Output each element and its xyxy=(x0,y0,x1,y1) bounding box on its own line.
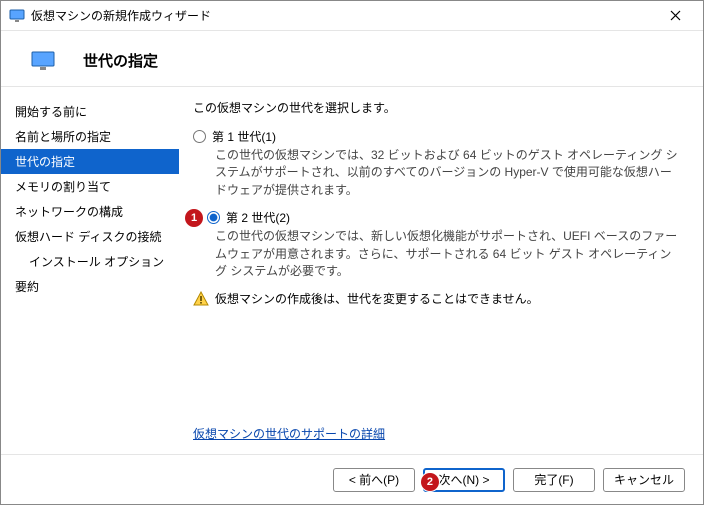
step-network[interactable]: ネットワークの構成 xyxy=(1,199,179,224)
warning-icon xyxy=(193,291,209,310)
page-title: 世代の指定 xyxy=(83,50,158,71)
window-title: 仮想マシンの新規作成ウィザード xyxy=(31,7,655,24)
step-vhd[interactable]: 仮想ハード ディスクの接続 xyxy=(1,224,179,249)
close-button[interactable] xyxy=(655,1,695,31)
button-bar: < 前へ(P) 2 次へ(N) > 完了(F) キャンセル xyxy=(1,454,703,504)
warning-row: 仮想マシンの作成後は、世代を変更することはできません。 xyxy=(193,290,681,310)
generation-support-details-link[interactable]: 仮想マシンの世代のサポートの詳細 xyxy=(193,425,385,442)
intro-text: この仮想マシンの世代を選択します。 xyxy=(193,99,681,116)
step-summary[interactable]: 要約 xyxy=(1,274,179,299)
step-memory[interactable]: メモリの割り当て xyxy=(1,174,179,199)
content-panel: この仮想マシンの世代を選択します。 第 1 世代(1) この世代の仮想マシンでは… xyxy=(179,87,703,454)
gen1-option[interactable]: 第 1 世代(1) xyxy=(193,128,681,145)
gen1-label: 第 1 世代(1) xyxy=(212,128,276,145)
wizard-steps-sidebar: 開始する前に 名前と場所の指定 世代の指定 メモリの割り当て ネットワークの構成… xyxy=(1,87,179,454)
step-install-options[interactable]: インストール オプション xyxy=(1,249,179,274)
step-generation[interactable]: 世代の指定 xyxy=(1,149,179,174)
callout-badge-2: 2 xyxy=(421,473,439,491)
step-before-you-begin[interactable]: 開始する前に xyxy=(1,99,179,124)
back-button[interactable]: < 前へ(P) xyxy=(333,468,415,492)
gen2-radio[interactable] xyxy=(207,211,220,224)
gen2-description: この世代の仮想マシンでは、新しい仮想化機能がサポートされ、UEFI ベースのファ… xyxy=(215,228,681,280)
title-bar: 仮想マシンの新規作成ウィザード xyxy=(1,1,703,31)
warning-text: 仮想マシンの作成後は、世代を変更することはできません。 xyxy=(215,290,539,307)
step-name-location[interactable]: 名前と場所の指定 xyxy=(1,124,179,149)
gen2-option[interactable]: 第 2 世代(2) xyxy=(179,209,681,226)
page-header: 世代の指定 xyxy=(1,31,703,87)
finish-button[interactable]: 完了(F) xyxy=(513,468,595,492)
gen2-label: 第 2 世代(2) xyxy=(226,209,290,226)
cancel-button[interactable]: キャンセル xyxy=(603,468,685,492)
gen1-description: この世代の仮想マシンでは、32 ビットおよび 64 ビットのゲスト オペレーティ… xyxy=(215,147,681,199)
wizard-icon xyxy=(31,49,55,73)
app-icon xyxy=(9,8,25,24)
gen1-radio[interactable] xyxy=(193,130,206,143)
close-icon xyxy=(670,10,681,21)
